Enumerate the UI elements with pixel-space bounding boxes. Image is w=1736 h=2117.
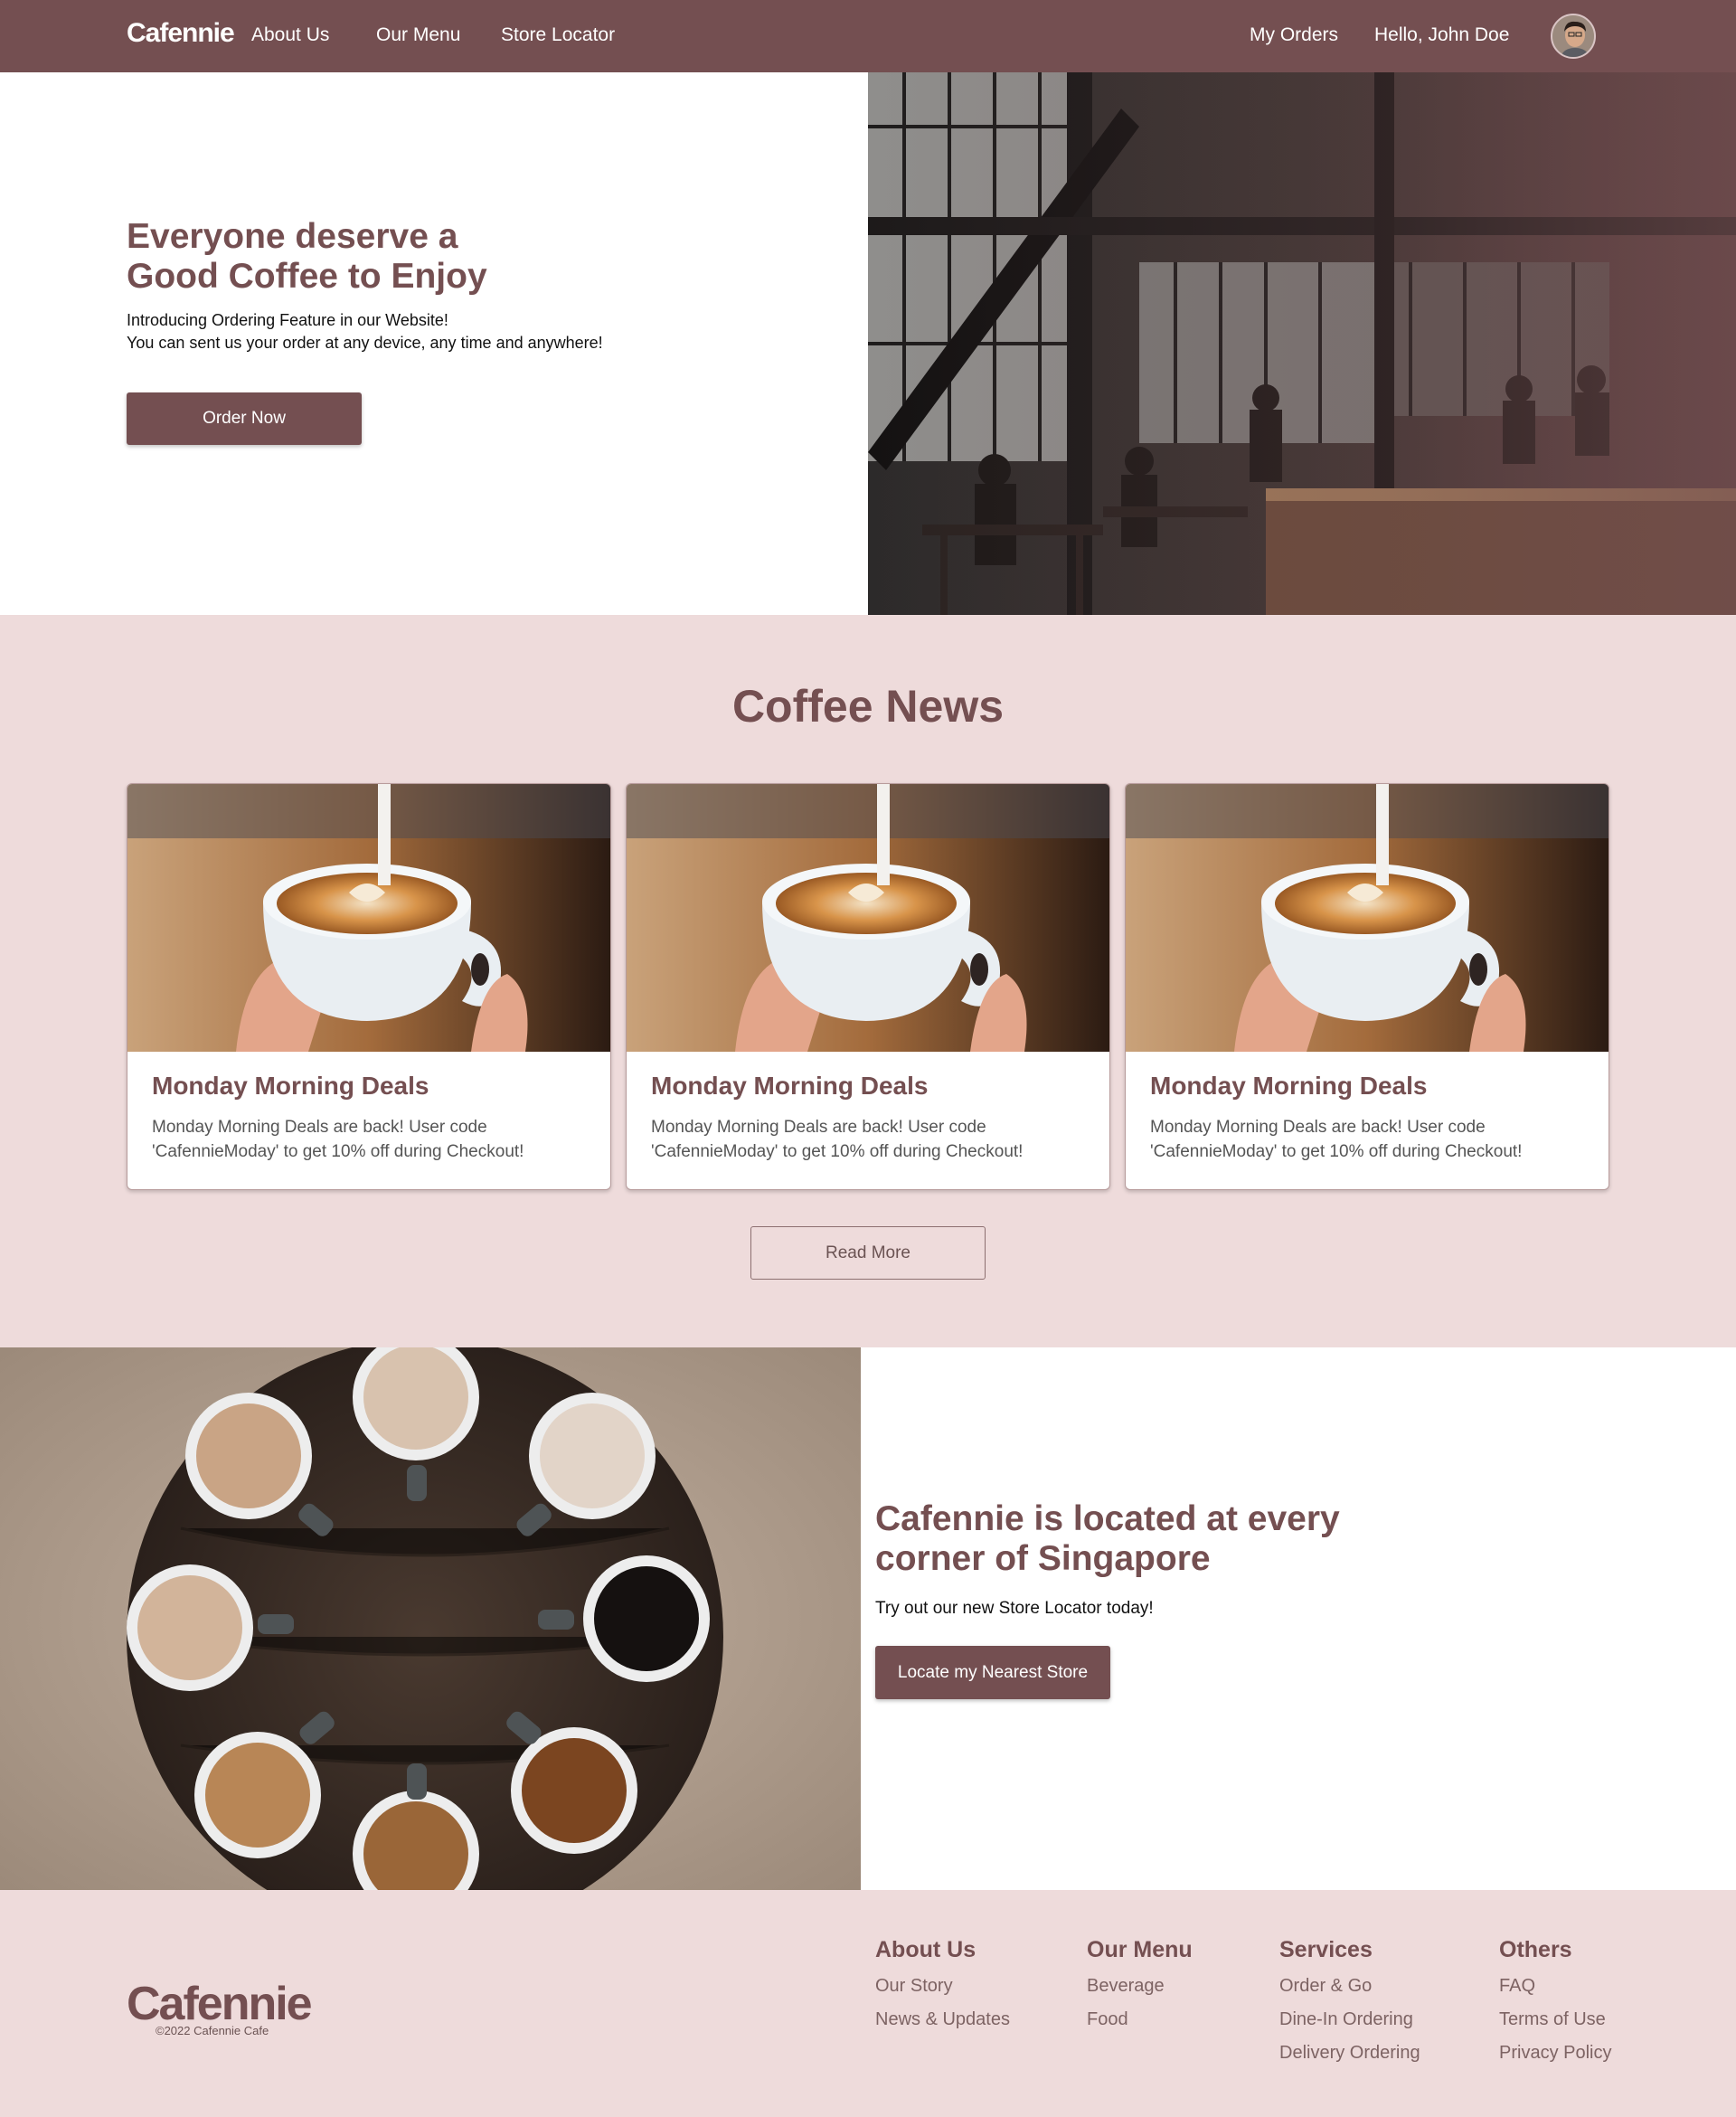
store-locator-section: Cafennie is located at every corner of S… [0, 1347, 1736, 1890]
coffee-news-section: Coffee News Monday Morning Deals Monday … [0, 615, 1736, 1347]
coffee-cups-table-image [0, 1347, 861, 1890]
read-more-button[interactable]: Read More [750, 1226, 986, 1280]
latte-art-image [627, 784, 1109, 1052]
news-card-title: Monday Morning Deals [1150, 1072, 1428, 1100]
hero-title: Everyone deserve a Good Coffee to Enjoy [127, 217, 669, 297]
hero-sub-line1: Introducing Ordering Feature in our Webs… [127, 311, 448, 329]
footer-column-about-us: About Us Our Story News & Updates [875, 1937, 1010, 2043]
news-card-text: Monday Morning Deals are back! User code… [651, 1118, 1024, 1161]
store-locator-title-line1: Cafennie is located at every [875, 1499, 1340, 1538]
hero-section: Everyone deserve a Good Coffee to Enjoy … [0, 72, 1736, 615]
footer-column-our-menu: Our Menu Beverage Food [1087, 1937, 1193, 2043]
locate-nearest-store-button[interactable]: Locate my Nearest Store [875, 1646, 1110, 1699]
hero-title-line1: Everyone deserve a [127, 217, 458, 256]
order-now-button[interactable]: Order Now [127, 392, 362, 445]
news-section-title: Coffee News [731, 681, 1005, 732]
footer: Cafennie ©2022 Cafennie Cafe About Us Ou… [0, 1890, 1736, 2117]
nav-link-our-menu[interactable]: Our Menu [376, 24, 460, 46]
hero-sub-line2: You can sent us your order at any device… [127, 334, 603, 352]
footer-column-heading: Others [1499, 1937, 1572, 1962]
logo[interactable]: Cafennie [127, 18, 235, 49]
footer-link[interactable]: Terms of Use [1499, 2009, 1611, 2043]
news-card-title: Monday Morning Deals [651, 1072, 929, 1100]
footer-link[interactable]: FAQ [1499, 1976, 1611, 2009]
footer-copyright: ©2022 Cafennie Cafe [156, 2024, 269, 2037]
store-locator-title: Cafennie is located at every corner of S… [875, 1499, 1436, 1579]
hero-subtitle: Introducing Ordering Feature in our Webs… [127, 309, 814, 354]
footer-link[interactable]: Delivery Ordering [1279, 2043, 1420, 2076]
nav-link-about-us[interactable]: About Us [251, 24, 329, 46]
user-greeting[interactable]: Hello, John Doe [1374, 24, 1509, 46]
latte-art-image [127, 784, 610, 1052]
footer-link[interactable]: Order & Go [1279, 1976, 1420, 2009]
news-card[interactable]: Monday Morning Deals Monday Morning Deal… [1125, 783, 1609, 1190]
top-nav: Cafennie About Us Our Menu Store Locator… [0, 0, 1736, 72]
user-avatar-icon [1552, 15, 1594, 57]
footer-column-heading: About Us [875, 1937, 976, 1962]
footer-column-others: Others FAQ Terms of Use Privacy Policy [1499, 1937, 1611, 2076]
news-card-title: Monday Morning Deals [152, 1072, 429, 1100]
news-card[interactable]: Monday Morning Deals Monday Morning Deal… [127, 783, 611, 1190]
nav-link-store-locator[interactable]: Store Locator [501, 24, 615, 46]
cafe-interior-image [868, 72, 1736, 615]
news-card-text: Monday Morning Deals are back! User code… [1150, 1118, 1523, 1161]
footer-link[interactable]: Privacy Policy [1499, 2043, 1611, 2076]
news-card-text: Monday Morning Deals are back! User code… [152, 1118, 524, 1161]
avatar[interactable] [1551, 14, 1596, 59]
hero-title-line2: Good Coffee to Enjoy [127, 257, 487, 296]
footer-column-heading: Our Menu [1087, 1937, 1193, 1962]
footer-logo[interactable]: Cafennie [127, 1977, 313, 2031]
footer-column-heading: Services [1279, 1937, 1373, 1962]
footer-link[interactable]: News & Updates [875, 2009, 1010, 2043]
latte-art-image [1126, 784, 1609, 1052]
store-locator-subtitle: Try out our new Store Locator today! [875, 1599, 1154, 1618]
footer-link[interactable]: Food [1087, 2009, 1193, 2043]
footer-link[interactable]: Our Story [875, 1976, 1010, 2009]
footer-link[interactable]: Dine-In Ordering [1279, 2009, 1420, 2043]
store-locator-title-line2: corner of Singapore [875, 1539, 1211, 1578]
news-card[interactable]: Monday Morning Deals Monday Morning Deal… [626, 783, 1110, 1190]
nav-link-my-orders[interactable]: My Orders [1250, 24, 1338, 46]
footer-column-services: Services Order & Go Dine-In Ordering Del… [1279, 1937, 1420, 2076]
footer-link[interactable]: Beverage [1087, 1976, 1193, 2009]
